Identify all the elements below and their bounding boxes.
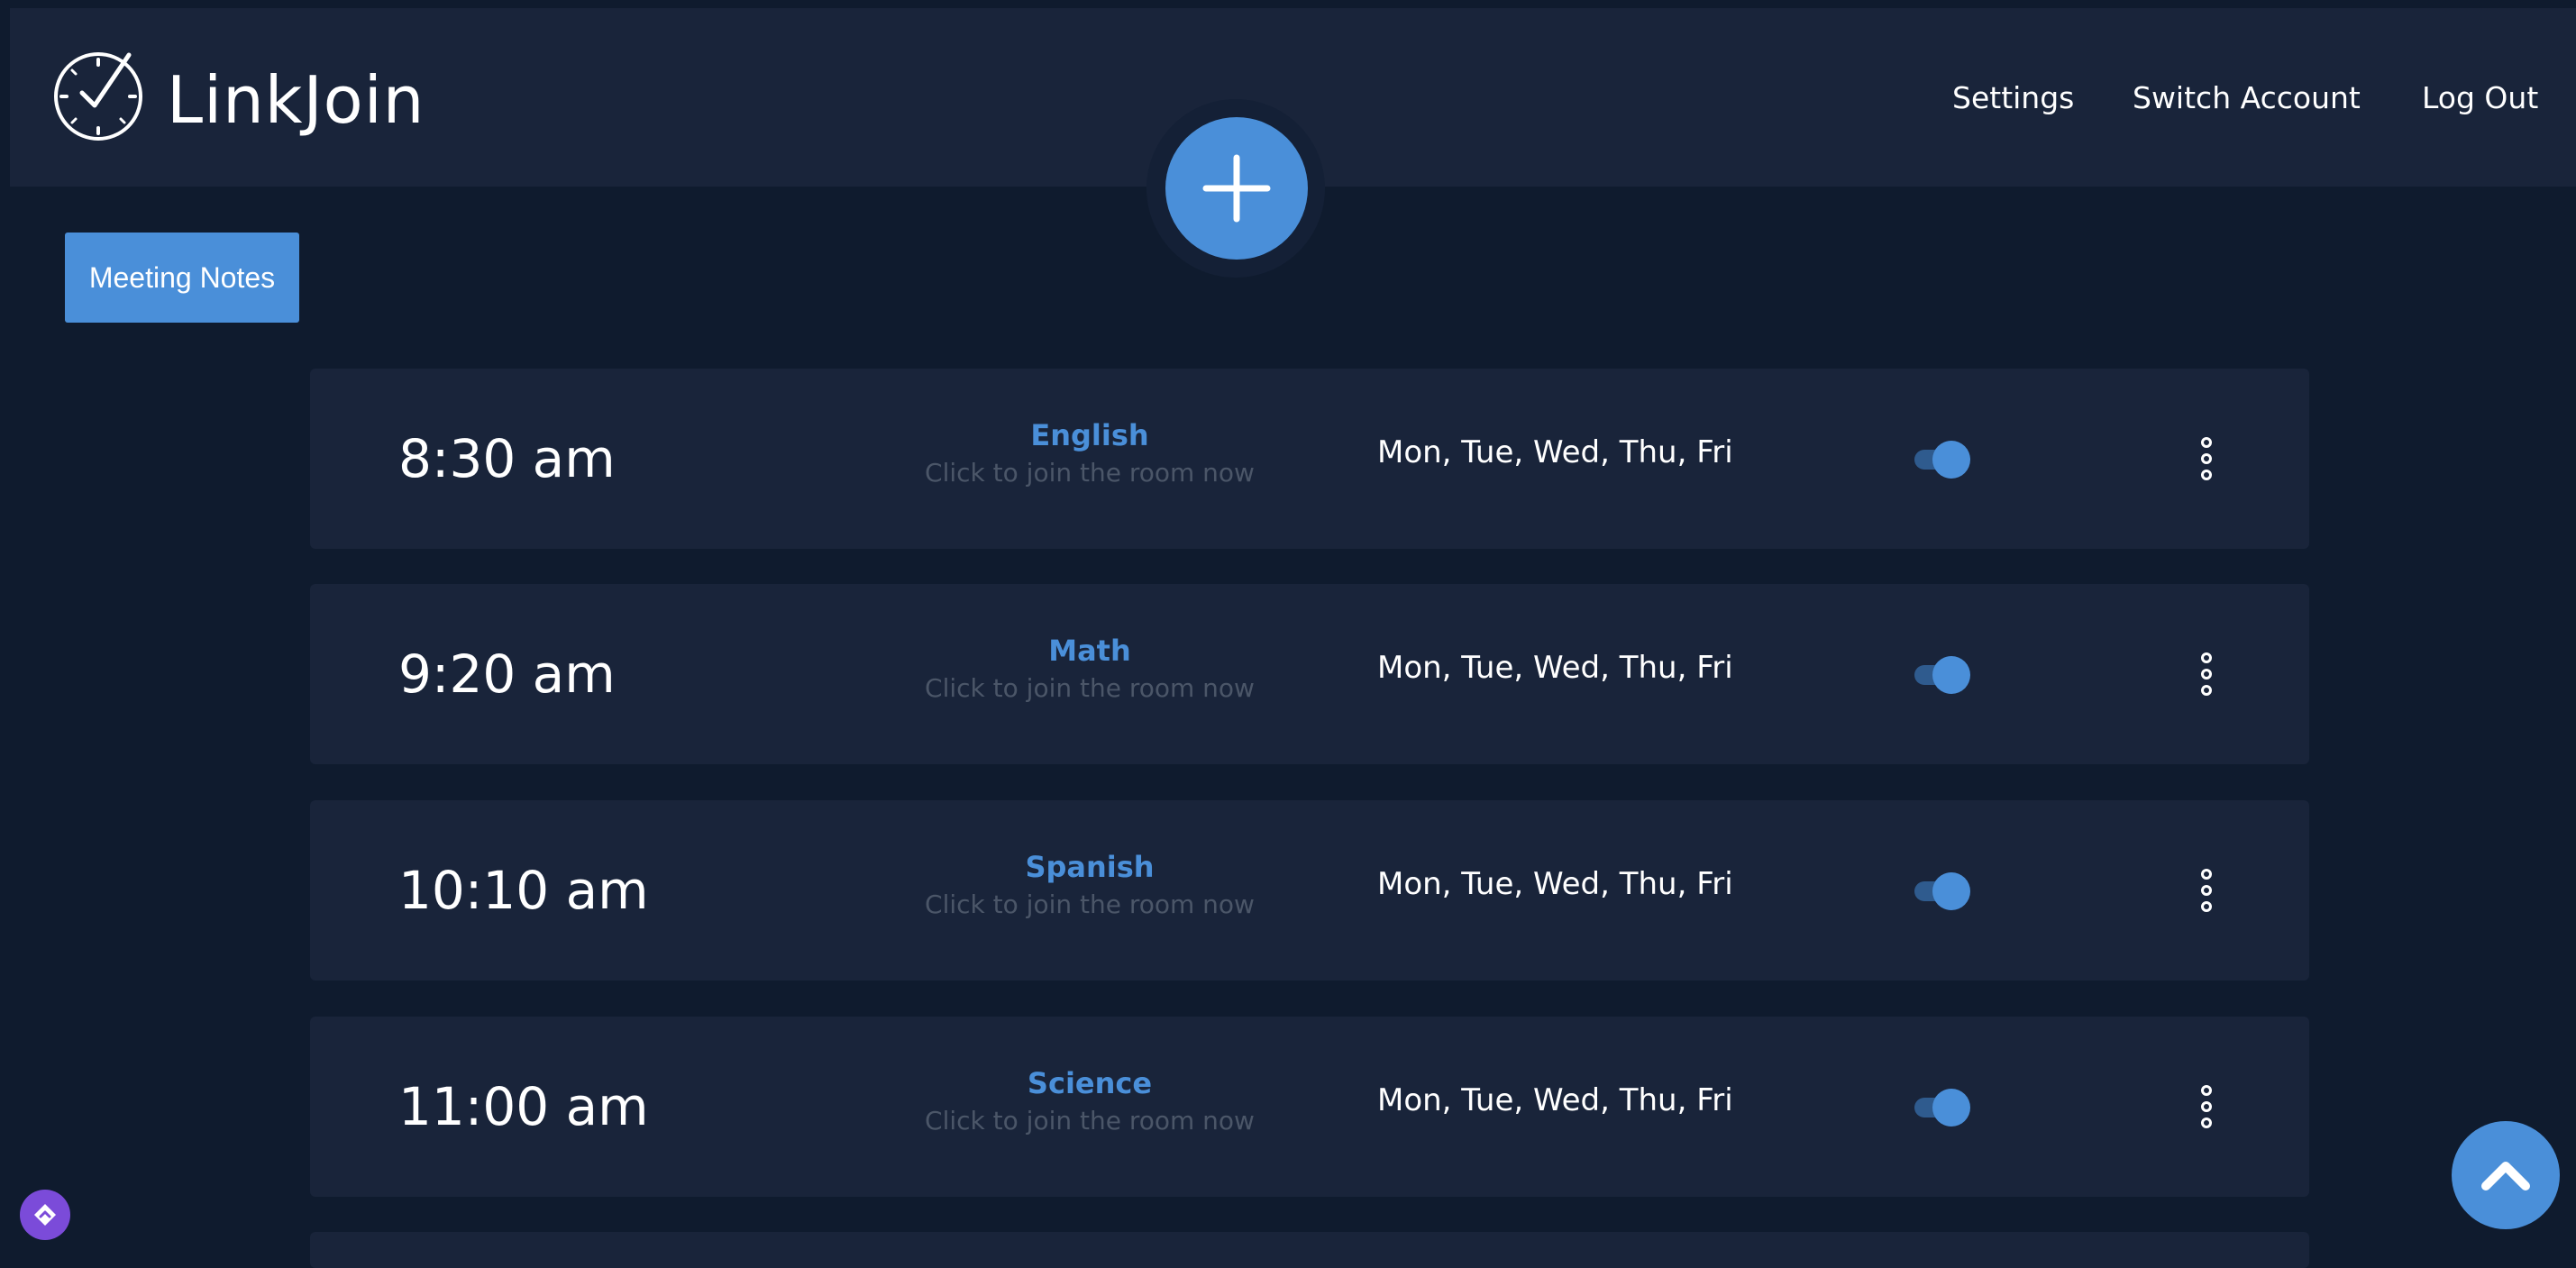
- more-options-icon[interactable]: [2190, 651, 2223, 698]
- toggle-knob: [1932, 441, 1970, 479]
- meeting-name: Spanish: [1025, 850, 1155, 884]
- meeting-room-link[interactable]: Science Click to join the room now: [887, 1063, 1293, 1139]
- meeting-join-hint: Click to join the room now: [925, 458, 1255, 488]
- meeting-days: Mon, Tue, Wed, Thu, Fri: [1377, 866, 1733, 902]
- nav-switch-account[interactable]: Switch Account: [2133, 66, 2361, 131]
- meeting-join-hint: Click to join the room now: [925, 889, 1255, 919]
- scroll-to-top-button[interactable]: [2452, 1121, 2560, 1229]
- toggle-knob: [1932, 656, 1970, 694]
- meeting-days: Mon, Tue, Wed, Thu, Fri: [1377, 1082, 1733, 1118]
- clock-check-icon: [54, 52, 142, 141]
- meeting-row: 10:10 am Spanish Click to join the room …: [310, 800, 2309, 981]
- meeting-name: English: [1030, 418, 1149, 452]
- meeting-enabled-toggle[interactable]: [1914, 656, 1970, 694]
- meeting-room-link[interactable]: Spanish Click to join the room now: [887, 847, 1293, 923]
- meeting-time: 9:20 am: [398, 643, 616, 705]
- meeting-time: 8:30 am: [398, 428, 616, 489]
- more-options-icon[interactable]: [2190, 867, 2223, 914]
- meeting-days: Mon, Tue, Wed, Thu, Fri: [1377, 434, 1733, 470]
- app-title: LinkJoin: [167, 62, 425, 138]
- add-meeting-button[interactable]: [1165, 117, 1308, 260]
- meeting-row: 11:00 am Science Click to join the room …: [310, 1017, 2309, 1197]
- meeting-name: Math: [1048, 634, 1131, 668]
- extension-badge[interactable]: [20, 1190, 70, 1240]
- toggle-knob: [1932, 872, 1970, 910]
- nav-settings[interactable]: Settings: [1952, 66, 2074, 131]
- meeting-row-partial: [310, 1232, 2309, 1268]
- meeting-enabled-toggle[interactable]: [1914, 872, 1970, 910]
- meeting-enabled-toggle[interactable]: [1914, 441, 1970, 479]
- plus-icon: [1202, 154, 1271, 223]
- meeting-room-link[interactable]: English Click to join the room now: [887, 415, 1293, 491]
- nav-log-out[interactable]: Log Out: [2422, 66, 2538, 131]
- toggle-knob: [1932, 1089, 1970, 1127]
- meeting-row: 8:30 am English Click to join the room n…: [310, 369, 2309, 549]
- meeting-join-hint: Click to join the room now: [925, 1106, 1255, 1136]
- diamond-arrow-icon: [34, 1204, 56, 1226]
- meeting-room-link[interactable]: Math Click to join the room now: [887, 631, 1293, 707]
- meeting-row: 9:20 am Math Click to join the room now …: [310, 584, 2309, 764]
- meeting-time: 11:00 am: [398, 1076, 649, 1137]
- meeting-time: 10:10 am: [398, 860, 649, 921]
- more-options-icon[interactable]: [2190, 1083, 2223, 1130]
- meeting-notes-button[interactable]: Meeting Notes: [65, 233, 299, 323]
- more-options-icon[interactable]: [2190, 435, 2223, 482]
- meeting-days: Mon, Tue, Wed, Thu, Fri: [1377, 650, 1733, 686]
- meeting-join-hint: Click to join the room now: [925, 673, 1255, 703]
- meeting-name: Science: [1027, 1066, 1153, 1100]
- meeting-enabled-toggle[interactable]: [1914, 1089, 1970, 1127]
- chevron-up-icon: [2481, 1162, 2530, 1190]
